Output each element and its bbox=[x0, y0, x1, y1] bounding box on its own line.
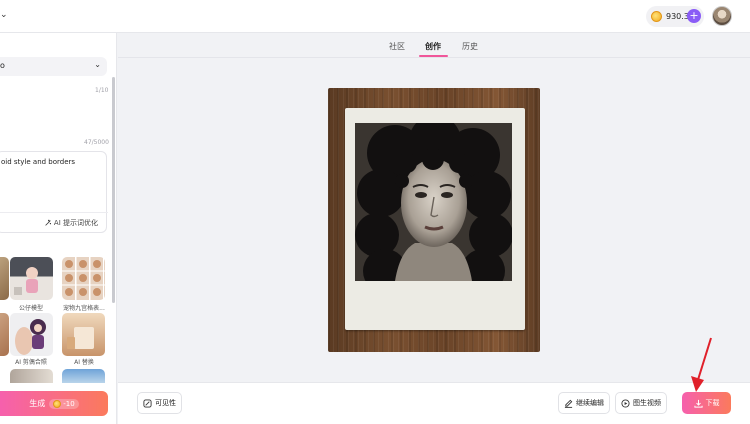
annotation-arrow-icon bbox=[691, 337, 712, 392]
